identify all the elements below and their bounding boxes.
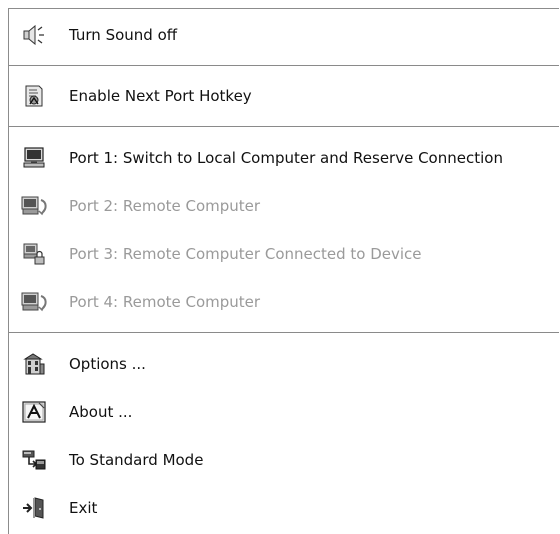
speaker-icon [21, 23, 47, 47]
menu-item-port-2[interactable]: Port 2: Remote Computer [9, 186, 559, 226]
menu-item-label: Turn Sound off [69, 26, 178, 44]
standard-mode-icon [21, 448, 47, 472]
menu-item-to-standard-mode[interactable]: To Standard Mode [9, 440, 559, 480]
hotkey-icon [21, 84, 47, 108]
menu-item-label: Port 3: Remote Computer Connected to Dev… [69, 245, 422, 263]
menu-item-label: About ... [69, 403, 133, 421]
local-computer-icon [21, 146, 47, 170]
menu-item-about[interactable]: About ... [9, 392, 559, 432]
menu-separator [9, 332, 559, 333]
options-icon [21, 352, 47, 376]
menu-item-port-3[interactable]: Port 3: Remote Computer Connected to Dev… [9, 234, 559, 274]
menu-item-enable-next-port-hotkey[interactable]: Enable Next Port Hotkey [9, 76, 559, 116]
menu-item-exit[interactable]: Exit [9, 488, 559, 528]
menu-separator [9, 126, 559, 127]
menu-item-turn-sound-off[interactable]: Turn Sound off [9, 15, 559, 55]
menu-item-label: Options ... [69, 355, 146, 373]
about-icon [21, 400, 47, 424]
menu-item-port-4[interactable]: Port 4: Remote Computer [9, 282, 559, 322]
menu-item-label: Port 1: Switch to Local Computer and Res… [69, 149, 503, 167]
menu-item-label: Port 4: Remote Computer [69, 293, 261, 311]
menu-item-label: To Standard Mode [69, 451, 204, 469]
remote-locked-icon [21, 242, 47, 266]
remote-computer-icon [19, 194, 49, 218]
context-menu: Turn Sound off Enable Next Port Hotkey P… [8, 8, 559, 534]
menu-item-label: Port 2: Remote Computer [69, 197, 261, 215]
menu-item-port-1[interactable]: Port 1: Switch to Local Computer and Res… [9, 138, 559, 178]
remote-computer-icon [19, 290, 49, 314]
menu-item-label: Exit [69, 499, 98, 517]
menu-separator [9, 65, 559, 66]
exit-icon [21, 496, 47, 520]
menu-item-label: Enable Next Port Hotkey [69, 87, 252, 105]
menu-item-options[interactable]: Options ... [9, 344, 559, 384]
